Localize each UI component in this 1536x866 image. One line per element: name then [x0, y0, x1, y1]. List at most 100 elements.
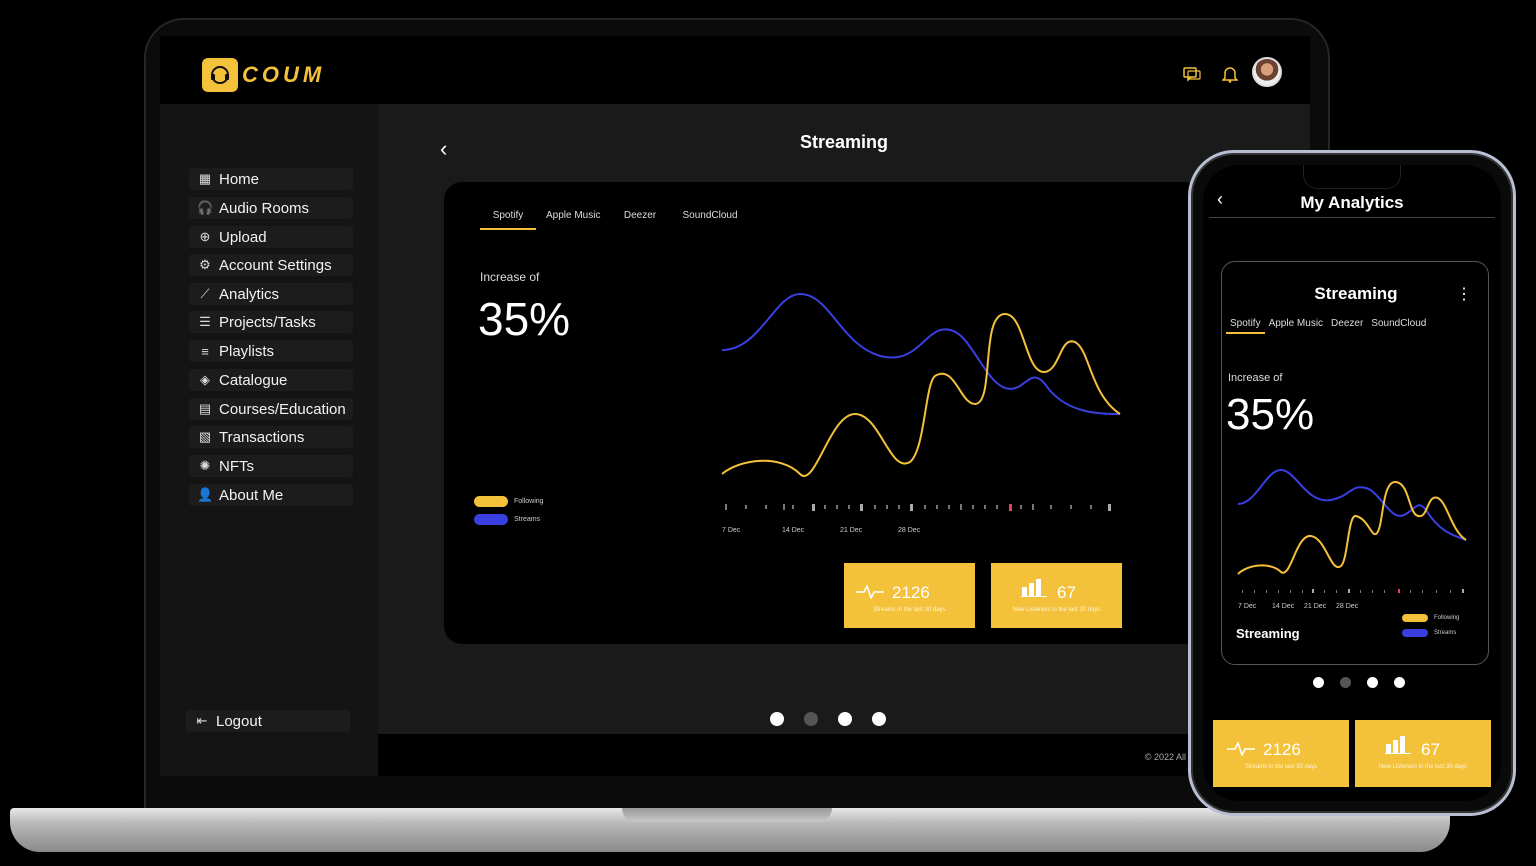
timeline-label: 14 Dec	[782, 527, 805, 534]
timeline-label: 7 Dec	[1238, 603, 1257, 610]
legend-streams: Streams	[474, 514, 544, 525]
tasks-icon: ☰	[199, 314, 211, 329]
divider	[1209, 217, 1495, 218]
phone-streaming-chart: 7 Dec 14 Dec 21 Dec 28 Dec	[1237, 468, 1467, 610]
legend-following: Following	[474, 496, 544, 507]
legend-streams: Streams	[1402, 629, 1459, 637]
timeline-label: 21 Dec	[840, 527, 863, 534]
sidebar-item-label: Catalogue	[219, 371, 288, 389]
sidebar-item-label: NFTs	[219, 457, 254, 475]
following-line	[1237, 481, 1467, 575]
sidebar-item-label: Account Settings	[219, 256, 332, 274]
tab-soundcloud[interactable]: SoundCloud	[1367, 318, 1430, 334]
streams-swatch	[474, 514, 508, 525]
listeners-count: 67	[1421, 740, 1440, 759]
timeline-label: 14 Dec	[1272, 603, 1295, 610]
carousel-dot[interactable]	[872, 712, 886, 726]
sidebar-item-catalogue[interactable]: ◈ Catalogue	[189, 369, 353, 391]
tab-deezer[interactable]: Deezer	[1327, 318, 1367, 334]
carousel-dot[interactable]	[1313, 677, 1324, 688]
sidebar-item-projects-tasks[interactable]: ☰ Projects/Tasks	[189, 311, 353, 333]
main-content: ‹ Streaming Spotify Apple Music Deezer S…	[378, 104, 1310, 734]
sidebar-item-label: Transactions	[219, 428, 305, 446]
sidebar-item-analytics[interactable]: ⟋ Analytics	[189, 283, 353, 305]
sidebar-item-transactions[interactable]: ▧ Transactions	[189, 426, 353, 448]
tab-deezer[interactable]: Deezer	[610, 208, 670, 230]
carousel-dot[interactable]	[804, 712, 818, 726]
avatar[interactable]	[1252, 57, 1282, 87]
sidebar-item-about-me[interactable]: 👤 About Me	[189, 484, 353, 506]
sidebar-item-playlists[interactable]: ≡ Playlists	[189, 340, 353, 362]
logout-button[interactable]: ⇤ Logout	[186, 710, 350, 732]
streams-stat-card[interactable]: 2126 Streams in the last 30 days	[1213, 720, 1349, 787]
sidebar-item-label: Upload	[219, 228, 267, 246]
carousel-dot[interactable]	[838, 712, 852, 726]
increase-value: 35%	[1226, 390, 1315, 439]
sidebar-item-audio-rooms[interactable]: 🎧 Audio Rooms	[189, 197, 353, 219]
listeners-stat-card[interactable]: 67 New Listeners in the last 30 days	[1355, 720, 1491, 787]
increase-value: 35%	[478, 293, 571, 345]
carousel-dot[interactable]	[1394, 677, 1405, 688]
playlist-icon: ≡	[201, 343, 209, 359]
legend-streams-label: Streams	[1434, 630, 1457, 636]
sidebar-item-account-settings[interactable]: ⚙ Account Settings	[189, 254, 353, 276]
chart-legend: Following Streams	[474, 496, 544, 532]
timeline-ticks	[725, 504, 1111, 511]
book-icon: ▤	[198, 401, 212, 416]
sliders-icon: ⚙	[199, 257, 211, 272]
sidebar-item-home[interactable]: ▦ Home	[189, 168, 353, 190]
sidebar-item-label: Projects/Tasks	[219, 313, 316, 331]
streams-line	[1237, 468, 1467, 541]
platform-tabs: Spotify Apple Music Deezer SoundCloud	[480, 208, 750, 230]
logout-icon: ⇤	[196, 713, 208, 728]
tab-apple-music[interactable]: Apple Music	[1265, 318, 1327, 334]
sidebar-item-nfts[interactable]: ✺ NFTs	[189, 455, 353, 477]
legend-following: Following	[1402, 614, 1459, 622]
following-line	[721, 312, 1121, 477]
user-icon: 👤	[197, 487, 214, 502]
bell-icon[interactable]	[1220, 64, 1240, 84]
sidebar-item-label: Analytics	[219, 285, 280, 303]
following-swatch	[474, 496, 508, 507]
messages-icon[interactable]	[1182, 64, 1202, 84]
legend-following-label: Following	[514, 498, 544, 505]
carousel-dot[interactable]	[1367, 677, 1378, 688]
more-options-icon[interactable]: ⋮	[1456, 284, 1472, 304]
timeline-label: 21 Dec	[1304, 603, 1327, 610]
tab-spotify[interactable]: Spotify	[480, 208, 536, 230]
phone-screen: ‹ My Analytics Streaming ⋮ Spotify Apple…	[1203, 165, 1501, 801]
page-title: Streaming	[799, 132, 889, 152]
streams-stat-card[interactable]: 2126 Streams in the last 30 days	[844, 563, 975, 628]
streams-caption: Streams in the last 30 days	[873, 607, 946, 613]
analytics-card: Spotify Apple Music Deezer SoundCloud In…	[444, 182, 1204, 644]
headphones-icon: 🎧	[197, 200, 214, 215]
bar-chart-icon	[1385, 734, 1411, 759]
streams-caption: Streams in the last 30 days	[1244, 764, 1318, 770]
carousel-dot[interactable]	[770, 712, 784, 726]
carousel-dot[interactable]	[1340, 677, 1351, 688]
diamond-icon: ◈	[200, 372, 210, 387]
chart-legend: Following Streams	[1402, 614, 1459, 644]
tab-soundcloud[interactable]: SoundCloud	[670, 208, 750, 230]
increase-label: Increase of	[1228, 372, 1283, 384]
plus-circle-icon: ⊕	[199, 229, 211, 244]
sidebar-item-courses-education[interactable]: ▤ Courses/Education	[189, 398, 353, 420]
timeline-label: 28 Dec	[898, 527, 921, 534]
listeners-stat-card[interactable]: 67 New Listeners in the last 30 days	[991, 563, 1122, 628]
tab-apple-music[interactable]: Apple Music	[536, 208, 610, 230]
laptop-screen: COUM ▦ Home 🎧 Audio Rooms ⊕ Upload ⚙ Account Se…	[160, 36, 1310, 776]
timeline-ticks	[1242, 589, 1464, 593]
streams-swatch	[1402, 629, 1428, 637]
copyright: © 2022 All	[1144, 752, 1186, 762]
brand-name: COUM	[242, 62, 326, 87]
laptop-notch	[622, 808, 832, 822]
sidebar-item-upload[interactable]: ⊕ Upload	[189, 226, 353, 248]
phone-page-title: My Analytics	[1300, 193, 1404, 212]
legend-following-label: Following	[1434, 615, 1460, 621]
carousel-dots	[770, 712, 886, 726]
phone-bottom-label: Streaming	[1236, 626, 1300, 641]
tab-spotify[interactable]: Spotify	[1226, 318, 1265, 334]
logo-icon[interactable]	[202, 58, 238, 92]
phone-analytics-card: Streaming ⋮ Spotify Apple Music Deezer S…	[1221, 261, 1489, 665]
logout-label: Logout	[216, 712, 262, 730]
